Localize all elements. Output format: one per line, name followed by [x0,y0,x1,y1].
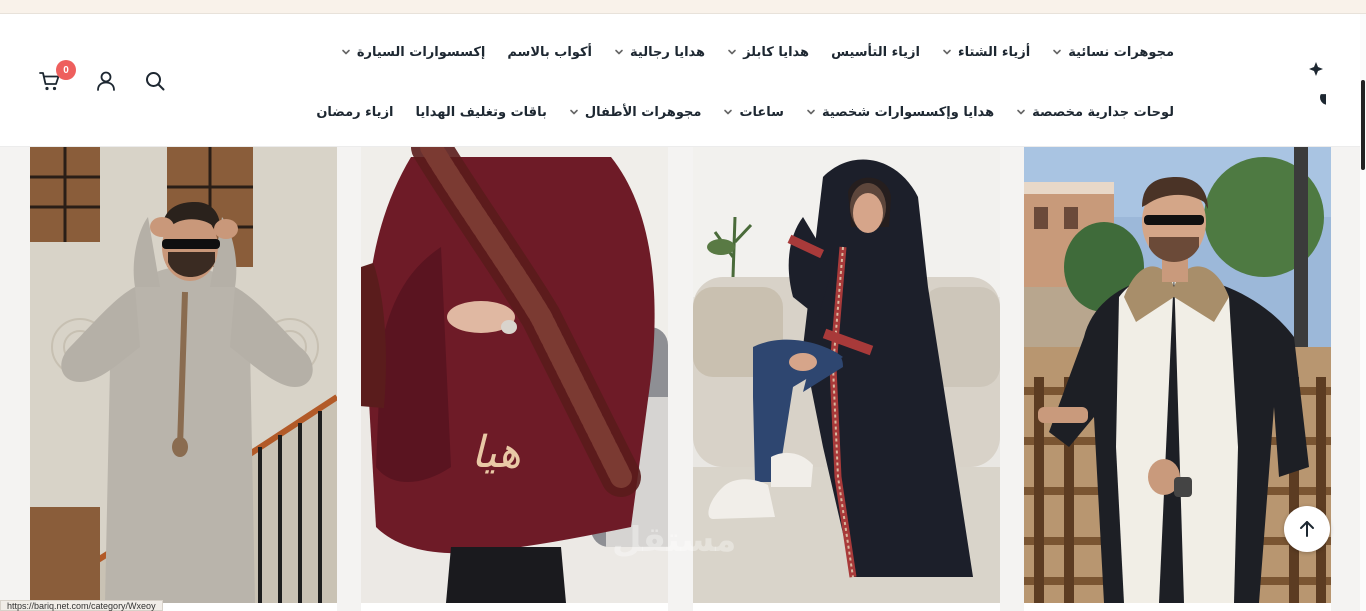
cart-count-badge: 0 [56,60,76,80]
product-image-thobe[interactable] [30,147,337,603]
user-icon [97,71,115,91]
product-card-thobe[interactable] [30,147,337,603]
nav-item-r2-2[interactable]: هدايا وإكسسوارات شخصية [806,105,994,120]
nav-item-r2-6[interactable]: ازياء رمضان [316,105,393,120]
product-card-abaya-footer [693,603,1000,611]
search-button[interactable] [143,69,167,93]
chevron-down-icon [341,47,351,57]
nav-item-label: مجوهرات نسائية [1068,44,1174,60]
nav-item-r1-4[interactable]: هدايا كابلز [727,45,809,60]
arrow-up-icon [1300,521,1314,537]
nav-item-label: مجوهرات الأطفال [584,104,702,120]
nav-item-label: باقات وتغليف الهدايا [415,104,547,120]
product-card-cape-footer [361,603,668,611]
main-nav-row-2: لوحات جدارية مخصصة هدايا وإكسسوارات شخصية… [294,100,1174,124]
nav-item-r2-1[interactable]: لوحات جدارية مخصصة [1016,105,1174,120]
nav-item-r1-3[interactable]: ازياء التأسيس [831,45,920,60]
chevron-down-icon [569,107,579,117]
chevron-down-icon [942,47,952,57]
nav-item-label: لوحات جدارية مخصصة [1032,104,1174,120]
account-button[interactable] [94,69,118,93]
product-image-abaya[interactable] [693,147,1000,603]
nav-item-r1-1[interactable]: مجوهرات نسائية [1052,45,1174,60]
svg-text:هيا: هيا [471,427,521,478]
page-scrollbar[interactable] [1360,14,1366,611]
nav-item-label: إكسسوارات السيارة [356,44,486,60]
watermark: مستقل [612,520,737,560]
product-card-vest-footer [1024,603,1331,611]
nav-item-label: ازياء التأسيس [831,44,920,60]
chevron-down-icon [1016,107,1026,117]
chevron-down-icon [727,47,737,57]
nav-item-label: ازياء رمضان [316,104,394,120]
nav-item-label: هدايا كابلز [743,44,810,60]
nav-item-r2-3[interactable]: ساعات [723,105,784,120]
search-icon [146,72,165,91]
nav-item-label: أكواب بالاسم [507,44,592,60]
chevron-down-icon [806,107,816,117]
logo-mark: بريق [1309,61,1366,105]
main-nav-row-1: مجوهرات نسائية أزياء الشتاء ازياء التأسيس ه… [319,40,1174,64]
scrollbar-thumb[interactable] [1361,80,1365,170]
chevron-down-icon [614,47,624,57]
product-card-abaya[interactable] [693,147,1000,603]
site-header: بريق مجوهرات نسائية أزياء الشتاء ازياء الت… [0,14,1366,147]
nav-item-r1-6[interactable]: أكواب بالاسم [507,45,592,60]
nav-item-label: هدايا وإكسسوارات شخصية [821,104,995,120]
nav-item-r1-5[interactable]: هدايا رجالية [614,45,705,60]
nav-item-r1-2[interactable]: أزياء الشتاء [942,45,1030,60]
nav-item-r2-5[interactable]: باقات وتغليف الهدايا [416,105,547,120]
nav-item-label: أزياء الشتاء [957,44,1031,60]
site-logo[interactable]: بريق [1214,56,1366,108]
chevron-down-icon [723,107,733,117]
nav-item-label: هدايا رجالية [630,44,706,60]
chevron-down-icon [1052,47,1062,57]
announcement-strip [0,0,1366,14]
nav-item-r1-7[interactable]: إكسسوارات السيارة [341,44,486,60]
nav-item-label: ساعات [739,104,784,120]
scroll-to-top-button[interactable] [1284,506,1330,552]
nav-item-r2-4[interactable]: مجوهرات الأطفال [569,104,702,120]
status-bar-url: https://bariq.net.com/category/Wxeoy [0,600,163,611]
